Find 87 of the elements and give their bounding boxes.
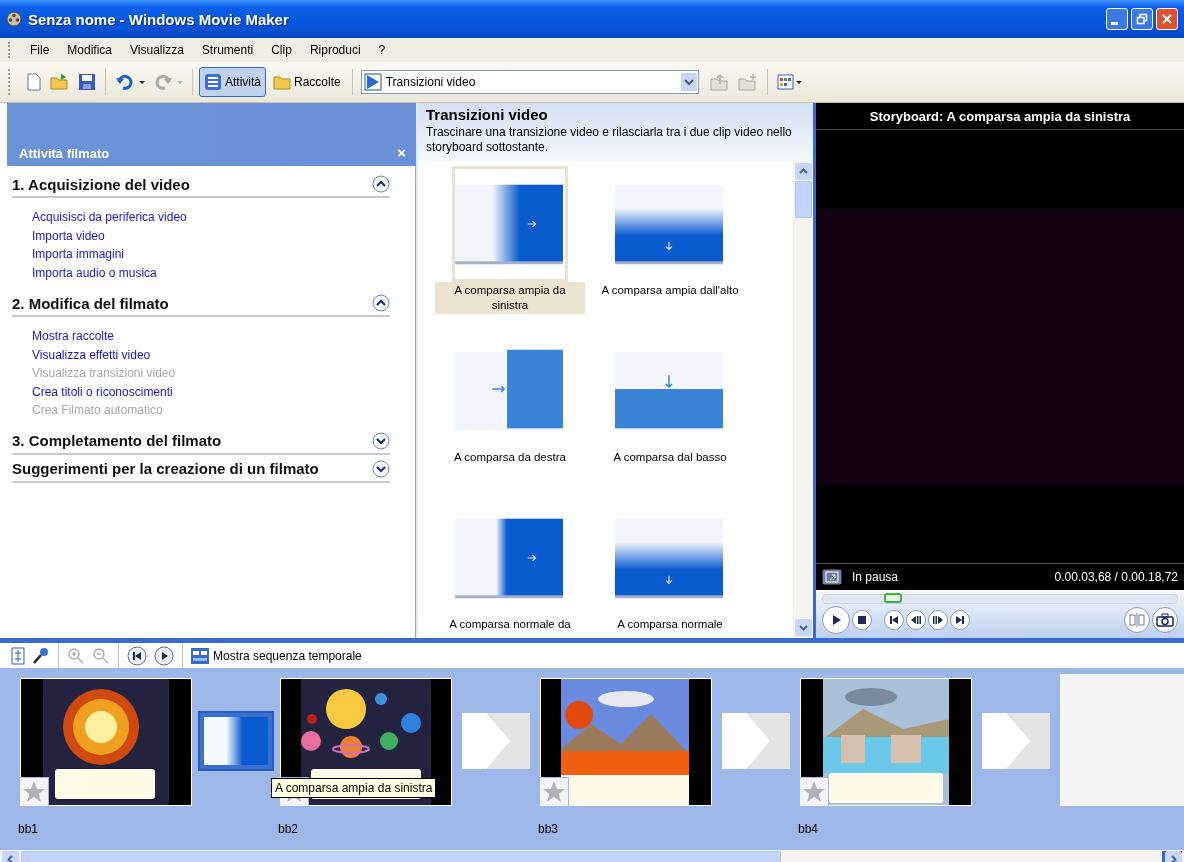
preview-title: Storyboard: A comparsa ampia da sinistra xyxy=(816,103,1184,130)
frame-forward-button[interactable] xyxy=(928,610,948,630)
stop-button[interactable] xyxy=(852,610,872,630)
transition-label: A comparsa ampia da sinistra xyxy=(435,282,585,314)
menu-item[interactable]: ? xyxy=(369,41,395,59)
timeline-button[interactable]: Mostra sequenza temporale xyxy=(188,645,364,666)
task-link[interactable]: Acquisisci da periferica video xyxy=(32,209,187,226)
camera-icon xyxy=(1156,613,1174,627)
scroll-up-icon[interactable] xyxy=(794,163,812,180)
menu-item[interactable]: Strumenti xyxy=(192,41,263,59)
task-pane-title: Attività filmato xyxy=(19,146,110,161)
transition-thumbnail[interactable] xyxy=(198,711,274,771)
rewind-icon[interactable] xyxy=(124,643,150,668)
clip-label: bb2 xyxy=(278,822,300,836)
menu-item[interactable]: Modifica xyxy=(58,41,122,59)
pane-tab[interactable]: Raccolte xyxy=(268,68,346,96)
tooltip: A comparsa ampia da sinistra xyxy=(271,778,437,798)
expand-icon[interactable] xyxy=(372,431,390,450)
restore-icon xyxy=(1136,13,1148,25)
play-icon[interactable] xyxy=(151,643,177,668)
stop-icon xyxy=(858,616,866,624)
transition-item[interactable]: A comparsa ampia dall'alto xyxy=(590,166,750,333)
transition-item[interactable]: A comparsa normale xyxy=(590,500,750,638)
playback-status: In pausa xyxy=(852,570,899,584)
frame-back-button[interactable] xyxy=(906,610,926,630)
expand-icon[interactable] xyxy=(372,459,390,478)
section-heading[interactable]: 2. Modifica del filmato xyxy=(12,294,169,312)
folder-icon xyxy=(273,74,291,90)
next-button[interactable] xyxy=(950,610,970,630)
task-link[interactable]: Importa immagini xyxy=(32,246,125,263)
previous-button[interactable] xyxy=(884,610,904,630)
section-heading[interactable]: 3. Completamento del filmato xyxy=(12,432,222,449)
transition-item[interactable]: A comparsa da destra xyxy=(430,333,590,500)
snapshot-button[interactable] xyxy=(1152,607,1178,633)
star-icon[interactable] xyxy=(19,777,49,807)
pane-tab[interactable]: Attività xyxy=(199,67,266,97)
transition-label: A comparsa dal basso xyxy=(612,450,728,465)
scroll-thumb[interactable] xyxy=(794,181,812,218)
menu-item[interactable]: File xyxy=(21,41,59,59)
content-description: Trascinare una transizione video e rilasciarla tra i due clip video nello storyboard sottostante. xyxy=(426,125,793,155)
task-link[interactable]: Importa video xyxy=(32,227,105,244)
task-link[interactable]: Crea titoli o riconoscimenti xyxy=(32,383,173,400)
section-heading[interactable]: Suggerimenti per la creazione di un filmato xyxy=(12,460,319,477)
frame-back-icon xyxy=(911,615,921,625)
section-heading[interactable]: 1. Acquisizione del video xyxy=(12,175,190,193)
star-icon[interactable] xyxy=(799,777,829,807)
content-title: Transizioni video xyxy=(426,106,549,123)
play-button[interactable] xyxy=(822,606,850,634)
playback-time: 0.00.03,68 / 0.00.18,72 xyxy=(1054,570,1178,584)
task-link[interactable]: Mostra raccolte xyxy=(32,328,115,345)
skip-back-icon xyxy=(889,615,899,625)
split-icon xyxy=(1129,613,1145,627)
clip-label: bb1 xyxy=(18,822,40,836)
window-title: Senza nome - Windows Movie Maker xyxy=(28,10,289,28)
play-icon xyxy=(830,614,842,626)
transition-item[interactable]: A comparsa dal basso xyxy=(590,333,750,500)
film-reel-icon xyxy=(6,11,22,27)
collapse-icon[interactable] xyxy=(372,175,390,193)
clip-label: bb3 xyxy=(538,822,560,836)
list-icon xyxy=(204,73,222,91)
task-link[interactable]: Visualizza effetti video xyxy=(32,346,151,363)
transition-label: A comparsa da destra xyxy=(453,450,567,465)
close-icon xyxy=(1161,13,1173,25)
seek-thumb[interactable] xyxy=(883,593,902,603)
transition-icon xyxy=(363,73,382,91)
collection-dropdown[interactable]: Transizioni video xyxy=(360,70,699,94)
collapse-icon[interactable] xyxy=(372,294,390,312)
task-link[interactable]: Importa audio o musica xyxy=(32,264,157,281)
transition-item[interactable]: A comparsa normale da xyxy=(430,500,590,638)
minimize-button[interactable] xyxy=(1106,8,1128,30)
scroll-down-icon[interactable] xyxy=(794,619,812,636)
frame-forward-icon xyxy=(933,615,943,625)
transition-label: A comparsa normale xyxy=(616,617,724,632)
menu-item[interactable]: Clip xyxy=(262,41,301,59)
skip-forward-icon xyxy=(955,615,965,625)
menu-item[interactable]: Riproduci xyxy=(300,41,370,59)
menu-item[interactable]: Visualizza xyxy=(121,41,193,59)
fullscreen-icon[interactable] xyxy=(822,569,842,585)
storyboard-view-icon[interactable] xyxy=(8,644,28,667)
restore-button[interactable] xyxy=(1131,8,1153,30)
transition-label: A comparsa ampia dall'alto xyxy=(600,283,740,298)
transition-label: A comparsa normale da xyxy=(448,617,572,632)
minimize-icon xyxy=(1111,21,1118,25)
clip-label: bb4 xyxy=(798,822,820,836)
close-button[interactable] xyxy=(1156,8,1178,30)
vertical-scrollbar[interactable] xyxy=(793,161,813,638)
star-icon[interactable] xyxy=(539,777,569,807)
